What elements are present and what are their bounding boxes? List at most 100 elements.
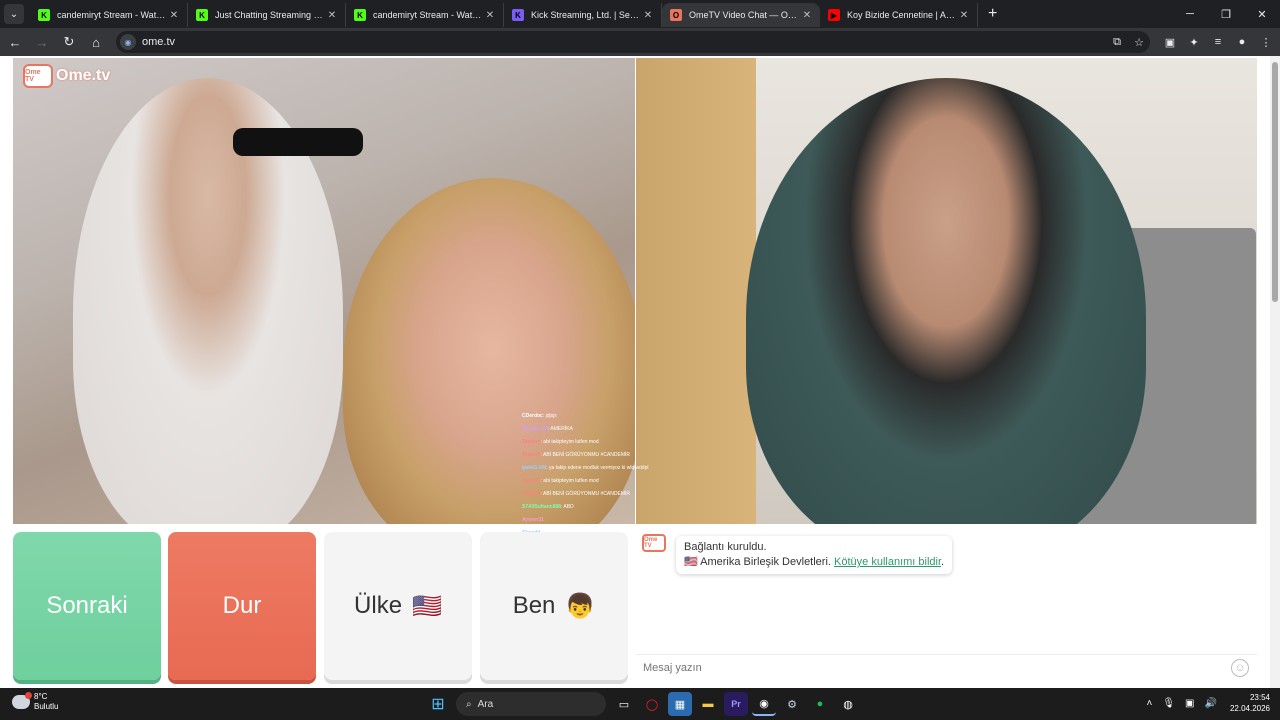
stream-chat-text: : ya takip edene modluk vermiyoz ki wlql… [546,465,649,471]
self-video [636,58,1257,524]
stream-chat-text: : AMERİKA [547,426,573,432]
spotify-icon[interactable]: ● [808,692,832,716]
address-bar[interactable]: ◉ ome.tv ⧉ ☆ [116,31,1150,53]
taskbar-apps: ⊞ ⌕ Ara ▭ ◯ ▦ ▬ Pr ◉ ⚙ ● ◍ [424,692,862,716]
clock-time: 23:54 [1249,693,1270,702]
tab-close-icon[interactable]: ✕ [957,10,971,21]
weather-widget[interactable]: 8°C Bulutlu [12,692,58,712]
extensions-puzzle-icon[interactable]: ✦ [1182,30,1206,54]
toolbar-actions: ▣ ✦ ≡ ● ⋮ [1158,30,1278,54]
browser-tab[interactable]: K Kick Streaming, Ltd. | Set up pay✕ [504,3,662,27]
app-badge-icon[interactable]: ◍ [836,692,860,716]
tab-close-icon[interactable]: ✕ [167,10,181,21]
country-button[interactable]: Ülke 🇺🇸 [324,532,472,680]
browser-tab[interactable]: O OmeTV Video Chat — Ome ✕ [662,3,820,27]
me-button[interactable]: Ben 👦 [480,532,628,680]
tray-overflow-icon[interactable]: ˄ [1147,698,1153,709]
ometv-logo-text: Ome.tv [56,67,111,84]
tab-title: candemiryt Stream - Watch Live [373,10,483,20]
search-label: Ara [477,698,494,710]
close-window-icon[interactable]: ✕ [1244,0,1280,28]
message-input[interactable] [643,661,1231,674]
stream-chat-user: Taşkent [522,452,541,458]
tab-title: Kick Streaming, Ltd. | Set up pay [531,10,641,20]
task-view-icon[interactable]: ▭ [612,692,636,716]
profile-avatar-icon[interactable]: ● [1230,30,1254,54]
minimize-icon[interactable]: ─ [1172,0,1208,28]
forward-arrow-icon[interactable]: → [30,30,54,54]
tab-close-icon[interactable]: ✕ [325,10,339,21]
stream-chat-user: Taşkent [522,491,541,497]
message-input-bar: ☺ [636,654,1257,680]
emoji-smile-icon[interactable]: ☺ [1231,658,1249,677]
report-abuse-link[interactable]: Kötüye kullanımı bildir [834,556,941,568]
new-tab-plus-icon[interactable]: + [988,5,997,23]
scrollbar-thumb[interactable] [1272,62,1278,302]
stream-chat-line: Taşkent: ABİ BENİ GÖRÜYONMU #CANDEMİR [522,449,692,462]
url-text[interactable]: ome.tv [142,36,1106,48]
opera-icon[interactable]: ◯ [640,692,664,716]
premiere-icon[interactable]: Pr [724,692,748,716]
next-button[interactable]: Sonraki [13,532,161,680]
tab-list: Kcandemiryt Stream - Watch Live✕KJust Ch… [30,0,978,28]
taskbar-search[interactable]: ⌕ Ara [456,692,606,716]
tab-search-chevron-icon[interactable]: ⌄ [4,4,24,24]
country-name: Amerika Birleşik Devletleri. [700,556,831,568]
browser-tab[interactable]: Kcandemiryt Stream - Watch Live✕ [30,3,188,27]
ometv-logo-badge: Ome TV [23,64,53,88]
maximize-icon[interactable]: ❐ [1208,0,1244,28]
temperature: 8°C [34,692,48,701]
clock-date: 22.04.2026 [1229,704,1270,713]
network-icon[interactable]: ▣ [1185,698,1194,709]
system-tray: ˄ 🎙 ▣ 🔊 23:54 22.04.2026 [1142,692,1271,714]
ometv-page: Ome TV Ome.tv CDerdoc: jdjsjx 20_Ege_20: … [0,56,1280,688]
ometv-avatar-icon: Ome TV [642,534,666,552]
tab-favicon-icon: ▶ [828,9,840,21]
clock[interactable]: 23:54 22.04.2026 [1230,692,1270,714]
tab-title: candemiryt Stream - Watch Live [57,10,167,20]
install-app-icon[interactable]: ⧉ [1106,36,1128,49]
photos-icon[interactable]: ▦ [668,692,692,716]
me-label: Ben [512,592,556,619]
stream-chat-user: IpekiG.XM [522,465,547,471]
browser-tab[interactable]: ▶ Koy Bizide Cennetine | Abdurra✕ [820,3,978,27]
system-message: Ome TV Bağlantı kuruldu. 🇺🇸 Amerika Birl… [642,532,953,574]
bookmark-star-icon[interactable]: ☆ [1128,36,1150,49]
stop-label: Dur [222,592,262,619]
browser-toolbar: ← → ↻ ⌂ ◉ ome.tv ⧉ ☆ ▣ ✦ ≡ ● ⋮ [0,28,1280,56]
browser-tab[interactable]: Kcandemiryt Stream - Watch Live✕ [346,3,504,27]
stream-chat-line: S7A9Sultanc888: ABD [522,501,692,514]
site-info-icon[interactable]: ◉ [120,34,136,50]
tab-close-icon[interactable]: ✕ [800,10,814,21]
page-scrollbar[interactable] [1270,56,1280,688]
steam-icon[interactable]: ⚙ [780,692,804,716]
stream-chat-line: Taşkent: ABİ BENİ GÖRÜYONMU #CANDEMİR [522,488,692,501]
chrome-icon[interactable]: ◉ [752,692,776,716]
media-control-icon[interactable]: ≡ [1206,30,1230,54]
back-arrow-icon[interactable]: ← [3,30,27,54]
microphone-icon[interactable]: 🎙 [1162,698,1175,709]
tab-favicon-icon: K [354,9,366,21]
volume-icon[interactable]: 🔊 [1205,698,1217,709]
file-explorer-icon[interactable]: ▬ [696,692,720,716]
tab-title: OmeTV Video Chat — Ome [689,10,800,20]
tab-favicon-icon: K [196,9,208,21]
ometv-logo[interactable]: Ome TV Ome.tv [23,64,110,88]
tab-close-icon[interactable]: ✕ [483,10,497,21]
stream-chat-text: : jdjsjx [542,413,557,419]
chat-panel: Ome TV Bağlantı kuruldu. 🇺🇸 Amerika Birl… [636,526,1257,680]
stream-chat-user: Taşkent [522,439,541,445]
stop-button[interactable]: Dur [168,532,316,680]
reload-icon[interactable]: ↻ [57,30,81,54]
browser-tab[interactable]: K Just Chatting Streaming - Live S✕ [188,3,346,27]
country-line: 🇺🇸 Amerika Birleşik Devletleri. Kötüye k… [684,556,945,568]
home-icon[interactable]: ⌂ [84,30,108,54]
stream-chat-user: CDerdoc [522,413,543,419]
tab-close-icon[interactable]: ✕ [641,10,655,21]
menu-kebab-icon[interactable]: ⋮ [1254,30,1278,54]
system-bubble: Bağlantı kuruldu. 🇺🇸 Amerika Birleşik De… [676,536,953,574]
extension-badge-icon[interactable]: ▣ [1158,30,1182,54]
us-flag-icon: 🇺🇸 [412,592,442,620]
weather-condition: Bulutlu [34,702,59,711]
windows-start-icon[interactable]: ⊞ [426,692,450,716]
